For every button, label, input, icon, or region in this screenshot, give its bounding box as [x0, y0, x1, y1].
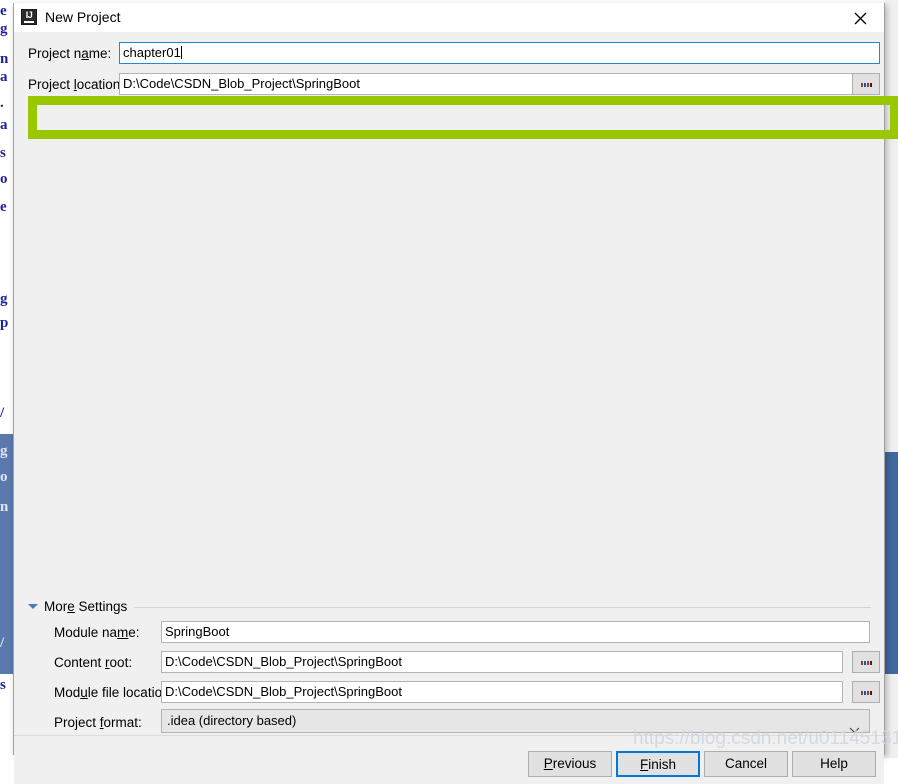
dialog-content: Project name: chapter01 Project location…: [14, 33, 884, 755]
dialog-button-bar: Previous Finish Cancel Help: [14, 736, 884, 784]
project-format-value: .idea (directory based): [167, 713, 296, 728]
backdrop-text-fragment: n: [0, 500, 13, 515]
new-project-dialog: IJ New Project Project name: chapter01 P…: [13, 3, 885, 755]
backdrop-text-fragment: n: [0, 52, 13, 67]
content-root-label: Content root:: [54, 655, 132, 670]
highlight-annotation: [28, 96, 898, 139]
content-root-input[interactable]: D:\Code\CSDN_Blob_Project\SpringBoot: [161, 651, 843, 673]
backdrop-text-fragment: o: [0, 172, 13, 187]
module-name-input[interactable]: SpringBoot: [161, 621, 870, 643]
backdrop-right-selection: [884, 452, 898, 674]
module-file-location-label: Module file location:: [54, 685, 173, 700]
project-format-label: Project format:: [54, 715, 142, 730]
project-location-browse-button[interactable]: [852, 73, 880, 95]
text-caret: [181, 46, 182, 59]
finish-button[interactable]: Finish: [616, 751, 700, 777]
chevron-glyph: [849, 727, 860, 733]
project-name-input[interactable]: chapter01: [119, 42, 880, 64]
backdrop-right-column: [884, 0, 898, 758]
backdrop-left-column: egna.asoegp/gon/s: [0, 0, 13, 758]
backdrop-text-fragment: g: [0, 444, 13, 459]
backdrop-text-fragment: /: [0, 636, 13, 651]
chevron-down-icon: [28, 604, 38, 609]
dialog-titlebar: IJ New Project: [14, 3, 884, 33]
backdrop-text-fragment: o: [0, 470, 13, 485]
more-settings-label: More Settings: [44, 599, 127, 614]
dialog-title: New Project: [45, 9, 120, 25]
backdrop-text-fragment: .: [0, 96, 13, 111]
close-icon[interactable]: [838, 3, 884, 32]
project-name-value: chapter01: [123, 45, 181, 60]
previous-button[interactable]: Previous: [528, 751, 612, 777]
module-file-location-input[interactable]: D:\Code\CSDN_Blob_Project\SpringBoot: [161, 681, 843, 703]
module-name-label: Module name:: [54, 625, 140, 640]
backdrop-text-fragment: g: [0, 292, 13, 307]
content-root-browse-button[interactable]: [852, 651, 880, 673]
project-format-select[interactable]: .idea (directory based): [161, 709, 870, 733]
backdrop-text-fragment: e: [0, 200, 13, 215]
chevron-down-icon: [849, 719, 860, 733]
close-glyph: [854, 12, 867, 25]
project-location-label: Project location:: [28, 77, 124, 92]
more-settings-section-header[interactable]: More Settings: [28, 599, 871, 615]
ellipsis-icon: [861, 661, 873, 665]
backdrop-text-fragment: e: [0, 4, 13, 19]
backdrop-text-fragment: s: [0, 678, 13, 693]
backdrop-text-fragment: a: [0, 70, 13, 85]
backdrop-text-fragment: a: [0, 118, 13, 133]
project-location-input[interactable]: D:\Code\CSDN_Blob_Project\SpringBoot: [119, 73, 854, 95]
ellipsis-icon: [861, 83, 873, 87]
backdrop-text-fragment: p: [0, 316, 13, 331]
intellij-idea-icon: IJ: [21, 9, 37, 25]
project-name-label: Project name:: [28, 46, 111, 61]
backdrop-text-fragment: s: [0, 146, 13, 161]
help-button[interactable]: Help: [792, 751, 876, 777]
ellipsis-icon: [861, 691, 873, 695]
backdrop-text-fragment: /: [0, 406, 13, 421]
backdrop-text-fragment: g: [0, 22, 13, 37]
section-divider: [134, 607, 871, 608]
module-file-location-browse-button[interactable]: [852, 681, 880, 703]
cancel-button[interactable]: Cancel: [704, 751, 788, 777]
